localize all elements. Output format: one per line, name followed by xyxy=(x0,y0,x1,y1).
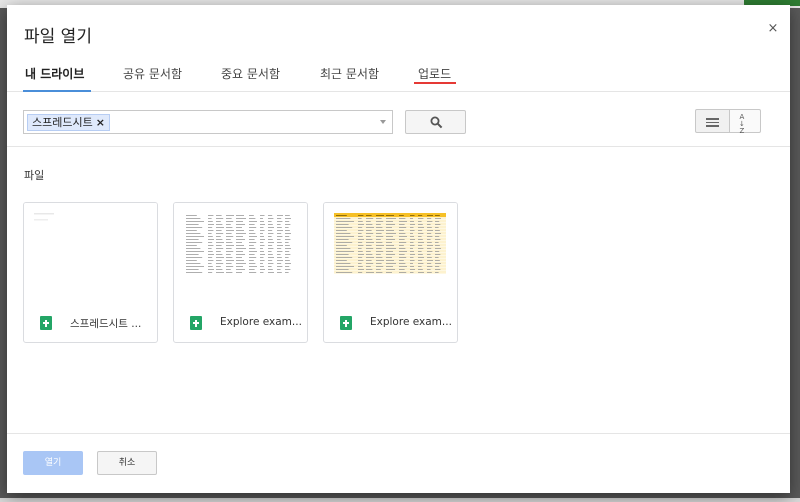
sort-az-icon: A ↓ Z xyxy=(739,113,745,135)
file-card[interactable]: Explore exam... xyxy=(173,202,308,343)
close-icon[interactable]: × xyxy=(766,22,780,36)
search-input[interactable]: 스프레드시트 × xyxy=(23,110,393,134)
file-name: Explore exam... xyxy=(220,316,302,328)
background-app-bottom xyxy=(0,498,800,502)
tab-recent[interactable]: 최근 문서함 xyxy=(320,65,379,82)
tab-upload[interactable]: 업로드 xyxy=(418,65,451,82)
search-icon xyxy=(430,116,443,129)
tab-shared-with-me[interactable]: 공유 문서함 xyxy=(123,65,182,82)
files-section-label: 파일 xyxy=(24,169,45,182)
tab-bar: 내 드라이브 공유 문서함 중요 문서함 최근 문서함 업로드 xyxy=(7,60,790,92)
file-thumbnail xyxy=(174,203,307,301)
search-toolbar: 스프레드시트 × A ↓ Z xyxy=(7,93,790,147)
sort-button[interactable]: A ↓ Z xyxy=(729,109,761,135)
search-options-dropdown-icon[interactable] xyxy=(380,120,386,124)
sheets-icon xyxy=(40,316,52,330)
file-card[interactable]: Explore exam... xyxy=(323,202,458,343)
file-open-dialog: 파일 열기 × 내 드라이브 공유 문서함 중요 문서함 최근 문서함 업로드 … xyxy=(7,5,790,493)
search-button[interactable] xyxy=(405,110,466,134)
filter-chip-label: 스프레드시트 xyxy=(32,116,93,129)
file-name: 스프레드시트 ... xyxy=(70,318,142,330)
tab-starred[interactable]: 중요 문서함 xyxy=(221,65,280,82)
chip-remove-icon[interactable]: × xyxy=(96,116,105,129)
file-name: Explore exam... xyxy=(370,316,452,328)
list-view-icon xyxy=(706,118,719,129)
filter-chip: 스프레드시트 × xyxy=(27,114,110,131)
file-thumbnail xyxy=(24,203,157,301)
open-button[interactable]: 열기 xyxy=(23,451,83,475)
tab-my-drive[interactable]: 내 드라이브 xyxy=(25,65,84,82)
dialog-footer: 열기 취소 xyxy=(7,433,790,493)
file-card[interactable]: 스프레드시트 ... xyxy=(23,202,158,343)
dialog-title: 파일 열기 xyxy=(24,27,92,47)
upload-tab-underline xyxy=(414,82,456,84)
sheets-icon xyxy=(340,316,352,330)
active-tab-indicator xyxy=(23,90,91,92)
cancel-button[interactable]: 취소 xyxy=(97,451,157,475)
file-thumbnail xyxy=(324,203,457,301)
sheets-icon xyxy=(190,316,202,330)
list-view-button[interactable] xyxy=(695,109,730,133)
